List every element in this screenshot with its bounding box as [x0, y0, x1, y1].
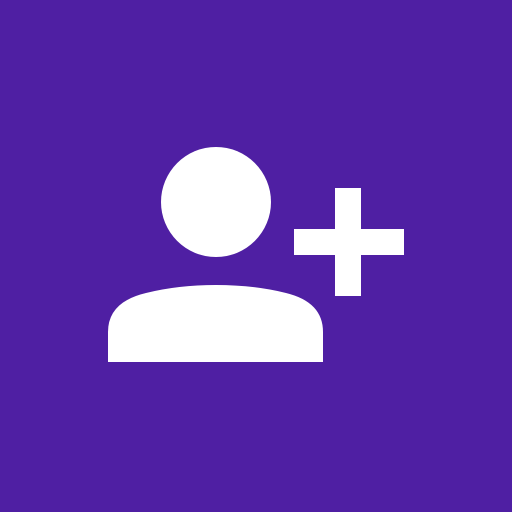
person-body	[108, 285, 323, 362]
add-user-icon	[108, 147, 404, 362]
add-user-app-icon	[0, 0, 512, 512]
plus-horizontal	[294, 229, 404, 255]
person-head	[161, 147, 271, 257]
